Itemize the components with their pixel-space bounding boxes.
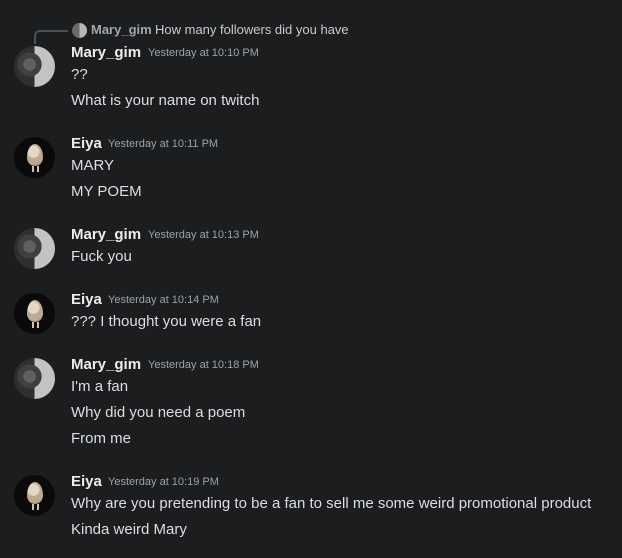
message-line: ?? [71,66,88,83]
message-author[interactable]: Mary_gim [71,226,141,243]
message-line: Why are you pretending to be a fan to se… [71,495,592,512]
message-line: Why did you need a poem [71,404,246,421]
avatar[interactable] [14,293,55,334]
message-author[interactable]: Eiya [71,473,102,490]
reply-author[interactable]: Mary_gim [91,22,152,37]
reply-connector [34,30,68,44]
avatar[interactable] [14,137,55,178]
message-line: ??? I thought you were a fan [71,313,262,330]
message-timestamp: Yesterday at 10:13 PM [148,229,259,241]
avatar[interactable] [14,475,55,516]
message-line: Kinda weird Mary [71,521,187,538]
message-author[interactable]: Eiya [71,291,102,308]
message-line: I'm a fan [71,378,129,395]
reply-avatar[interactable] [72,23,87,38]
message-timestamp: Yesterday at 10:14 PM [108,294,219,306]
message-line: From me [71,430,131,447]
message-timestamp: Yesterday at 10:10 PM [148,47,259,59]
chat-log: Mary_gim How many followers did you have… [0,0,622,558]
avatar[interactable] [14,228,55,269]
message-line: What is your name on twitch [71,92,260,109]
message-author[interactable]: Eiya [71,135,102,152]
message-timestamp: Yesterday at 10:11 PM [108,138,219,150]
avatar[interactable] [14,358,55,399]
message-line: Fuck you [71,248,132,265]
reply-preview[interactable]: Mary_gim How many followers did you have [34,22,622,46]
message-author[interactable]: Mary_gim [71,356,141,373]
message-line: MY POEM [71,183,142,200]
egg-avatar-icon [27,144,43,166]
message-timestamp: Yesterday at 10:18 PM [148,359,259,371]
message-timestamp: Yesterday at 10:19 PM [108,476,219,488]
message-line: MARY [71,157,115,174]
avatar[interactable] [14,46,55,87]
egg-avatar-icon [27,482,43,504]
message-author[interactable]: Mary_gim [71,44,141,61]
egg-avatar-icon [27,300,43,322]
reply-text[interactable]: How many followers did you have [155,22,349,37]
